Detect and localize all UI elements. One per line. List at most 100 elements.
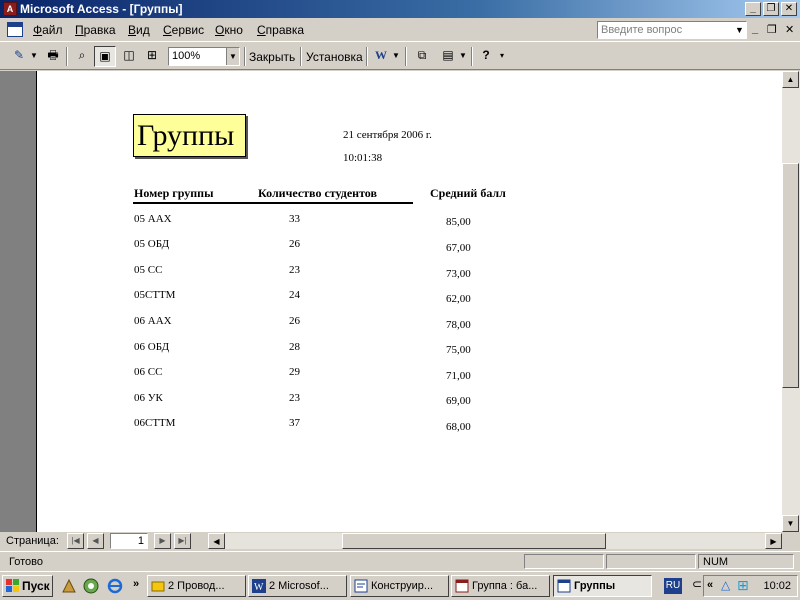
separator [300, 47, 302, 66]
scroll-down-icon[interactable]: ▼ [782, 515, 799, 532]
header-divider [133, 202, 413, 204]
menu-edit[interactable]: Правка [75, 23, 116, 37]
chevron-down-icon[interactable]: ▼ [733, 22, 746, 38]
quick-launch-icon[interactable] [61, 578, 77, 594]
clock[interactable]: 10:02 [763, 580, 791, 592]
taskbar-database[interactable]: Группа : ба... [451, 575, 550, 597]
svg-text:W: W [254, 582, 264, 593]
system-tray: « △ ⊞ 10:02 [703, 575, 798, 597]
cell-count: 23 [289, 264, 300, 276]
taskbar-explorer[interactable]: 2 Провод... [147, 575, 246, 597]
chevron-down-icon[interactable]: ▼ [458, 46, 468, 67]
restore-button[interactable]: ❐ [763, 2, 779, 16]
horizontal-scrollbar[interactable]: ◀ ▶ [208, 533, 782, 549]
network-icon[interactable]: ⊞ [737, 577, 749, 594]
cell-group: 06СТТМ [134, 417, 176, 429]
form-design-icon [354, 579, 368, 593]
taskbar-report[interactable]: Группы [553, 575, 652, 597]
tray-app-icon[interactable]: △ [721, 578, 730, 592]
report-title: Группы [133, 114, 246, 157]
help-question-input[interactable]: Введите вопрос [597, 21, 747, 39]
page-setup-button[interactable]: Установка [306, 50, 363, 64]
last-page-icon[interactable]: ▶| [174, 533, 191, 549]
cell-group: 06 ААХ [134, 315, 172, 327]
horizontal-scroll-thumb[interactable] [342, 533, 606, 549]
database-window-icon[interactable]: ⧉ [411, 46, 433, 67]
column-header-count: Количество студентов [258, 186, 377, 200]
menu-tools[interactable]: Сервис [163, 23, 204, 37]
scroll-left-icon[interactable]: ◀ [208, 533, 225, 549]
scroll-right-icon[interactable]: ▶ [765, 533, 782, 549]
doc-minimize-button[interactable]: _ [752, 23, 758, 35]
cell-group: 05 СС [134, 264, 163, 276]
chevron-down-icon[interactable]: ▼ [226, 48, 239, 65]
page-number-input[interactable]: 1 [110, 533, 148, 549]
help-icon[interactable]: ? [476, 46, 496, 67]
status-pane [524, 554, 604, 569]
menu-file[interactable]: Файл [33, 23, 63, 37]
cell-group: 06 ОБД [134, 341, 170, 353]
previous-page-icon[interactable]: ◀ [87, 533, 104, 549]
task-label: Группы [574, 580, 616, 592]
cell-count: 26 [289, 238, 300, 250]
separator [244, 47, 246, 66]
print-icon[interactable]: 🖶 [42, 46, 64, 67]
column-header-group: Номер группы [134, 186, 214, 200]
menu-window[interactable]: Окно [215, 23, 243, 37]
zoom-icon[interactable]: ⌕ [71, 46, 93, 67]
chevron-down-icon[interactable]: ▼ [391, 46, 401, 67]
doc-restore-button[interactable]: ❐ [767, 23, 777, 36]
chevron-down-icon[interactable]: ▾ [497, 46, 507, 67]
start-label: Пуск [22, 579, 50, 593]
chevron-right-icon[interactable]: » [133, 578, 139, 590]
scroll-up-icon[interactable]: ▲ [782, 71, 799, 88]
next-page-icon[interactable]: ▶ [154, 533, 171, 549]
internet-explorer-icon[interactable] [107, 578, 123, 594]
taskbar-designer[interactable]: Конструир... [350, 575, 449, 597]
one-page-icon[interactable]: ▣ [94, 46, 116, 67]
status-bar: Готово NUM [0, 551, 800, 570]
menu-help[interactable]: Справка [257, 23, 304, 37]
vertical-scrollbar[interactable]: ▲ ▼ [782, 71, 800, 532]
chevron-down-icon[interactable]: ▼ [30, 46, 38, 67]
cell-count: 23 [289, 392, 300, 404]
multiple-pages-icon[interactable]: ⊞ [141, 46, 163, 67]
word-icon: W [252, 579, 266, 593]
task-label: 2 Microsof... [269, 580, 329, 592]
cell-average: 69,00 [446, 395, 471, 407]
tray-overflow-icon[interactable]: ⊂ [692, 577, 702, 591]
first-page-icon[interactable]: |◀ [67, 533, 84, 549]
close-button[interactable]: ✕ [781, 2, 797, 16]
menu-view[interactable]: Вид [128, 23, 150, 37]
quick-launch-icon[interactable] [83, 578, 99, 594]
windows-logo-icon [6, 579, 19, 592]
start-button[interactable]: Пуск [2, 575, 53, 597]
design-view-icon[interactable]: ✎ [8, 46, 30, 67]
zoom-combo[interactable]: 100% ▼ [168, 47, 240, 66]
taskbar: Пуск » 2 Провод... W 2 Microsof... Конст… [0, 571, 800, 600]
report-window-icon[interactable] [7, 22, 23, 37]
minimize-button[interactable]: _ [745, 2, 761, 16]
access-icon[interactable]: A [3, 2, 17, 16]
doc-close-button[interactable]: ✕ [785, 23, 794, 36]
vertical-scroll-thumb[interactable] [782, 163, 799, 388]
language-indicator[interactable]: RU [664, 578, 682, 594]
separator [471, 47, 473, 66]
zoom-value: 100% [172, 50, 201, 62]
report-time: 10:01:38 [343, 152, 383, 164]
chevron-left-icon[interactable]: « [707, 579, 713, 591]
word-export-icon[interactable]: W [372, 46, 390, 67]
cell-average: 71,00 [446, 370, 471, 382]
cell-average: 85,00 [446, 216, 471, 228]
taskbar-word[interactable]: W 2 Microsof... [248, 575, 347, 597]
print-preview-toolbar: ✎ ▼ 🖶 ⌕ ▣ ◫ ⊞ 100% ▼ Закрыть Установка W… [0, 43, 800, 70]
new-object-icon[interactable]: ▤ [437, 46, 459, 67]
two-pages-icon[interactable]: ◫ [118, 46, 140, 67]
separator [366, 47, 368, 66]
cell-group: 05 ОБД [134, 238, 170, 250]
menu-bar: Файл Правка Вид Сервис Окно Справка Введ… [0, 18, 800, 42]
cell-count: 26 [289, 315, 300, 327]
window-title: Microsoft Access - [Группы] [20, 2, 183, 16]
cell-average: 67,00 [446, 242, 471, 254]
close-preview-button[interactable]: Закрыть [249, 50, 295, 64]
